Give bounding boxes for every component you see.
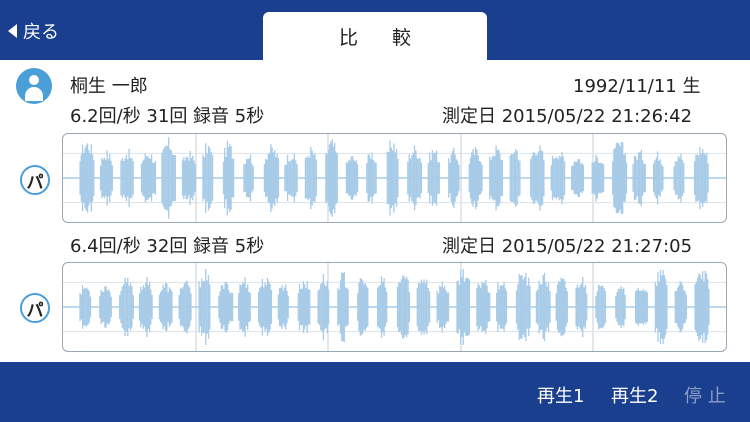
waveform-burst	[376, 276, 388, 338]
compare-screen: 戻る 比 較 桐生 一郎 1992/11/11 生 6.2回/秒 31回 録音 …	[0, 0, 750, 422]
waveform-burst	[427, 150, 440, 206]
waveform-burst	[654, 269, 668, 345]
pa-sound-icon-2: パ	[20, 293, 50, 323]
pa-sound-label-1: パ	[26, 172, 44, 193]
waveform-burst	[218, 281, 234, 333]
waveform-burst	[238, 277, 251, 337]
waveform-burst	[634, 288, 648, 326]
waveform-burst	[79, 285, 92, 329]
stop-button[interactable]: 停 止	[684, 382, 726, 408]
waveform-burst	[257, 277, 273, 337]
waveform-burst	[615, 286, 626, 328]
waveform-burst	[386, 140, 399, 216]
waveform-burst	[476, 280, 491, 334]
waveform-burst	[138, 276, 153, 338]
pa-sound-label-2: パ	[26, 300, 44, 321]
waveform-burst	[366, 152, 377, 204]
user-birth-date: 1992/11/11 生	[573, 76, 701, 97]
tab-compare-label: 比 較	[338, 26, 426, 49]
waveform-burst	[575, 276, 588, 338]
waveform-burst	[99, 286, 112, 328]
back-button[interactable]: 戻る	[8, 18, 59, 44]
waveform-1-graphic	[63, 134, 726, 222]
waveform-burst	[496, 282, 508, 332]
play-2-button[interactable]: 再生2	[611, 382, 658, 408]
waveform-burst	[456, 269, 471, 345]
waveform-burst	[571, 159, 585, 197]
waveform-burst	[120, 148, 134, 208]
recording-2-date: 測定日 2015/05/22 21:27:05	[442, 236, 693, 257]
back-arrow-icon	[8, 24, 17, 38]
play-1-button[interactable]: 再生1	[537, 382, 584, 408]
waveform-burst	[181, 150, 196, 206]
waveform-2-graphic	[63, 263, 726, 351]
waveform-1	[62, 133, 727, 223]
waveform-burst	[357, 278, 369, 336]
waveform-burst	[612, 141, 628, 215]
user-icon	[16, 68, 52, 104]
recording-1-date: 測定日 2015/05/22 21:26:42	[442, 106, 693, 127]
waveform-burst	[158, 283, 173, 331]
waveform-burst	[345, 156, 359, 200]
waveform-burst	[263, 143, 280, 213]
waveform-burst	[468, 147, 483, 209]
recording-2-summary: 6.4回/秒 32回 録音 5秒	[70, 236, 265, 257]
back-button-label: 戻る	[23, 22, 59, 43]
waveform-burst	[489, 145, 504, 211]
waveform-burst	[222, 140, 235, 216]
user-name: 桐生 一郎	[70, 76, 148, 97]
waveform-burst	[243, 154, 254, 202]
top-navigation-bar: 戻る 比 較	[0, 0, 750, 60]
waveform-burst	[277, 284, 289, 330]
waveform-burst	[396, 275, 411, 339]
waveform-burst	[317, 273, 330, 341]
waveform-burst	[555, 277, 568, 337]
user-icon-head	[29, 75, 39, 85]
user-icon-body	[25, 87, 43, 101]
waveform-burst	[591, 154, 605, 202]
waveform-burst	[198, 268, 211, 346]
waveform-burst	[632, 149, 646, 207]
waveform-burst	[509, 149, 521, 207]
waveform-burst	[297, 280, 311, 334]
waveform-burst	[304, 146, 317, 210]
waveform-burst	[99, 150, 113, 206]
tab-compare[interactable]: 比 較	[263, 12, 487, 60]
waveform-burst	[416, 279, 431, 335]
waveform-burst	[448, 147, 460, 209]
waveform-burst	[673, 153, 685, 203]
waveform-burst	[436, 281, 450, 333]
waveform-2	[62, 262, 727, 352]
waveform-burst	[652, 151, 664, 205]
waveform-burst	[674, 281, 688, 333]
waveform-burst	[140, 153, 157, 203]
waveform-burst	[79, 143, 95, 213]
recording-1-summary: 6.2回/秒 31回 録音 5秒	[70, 106, 265, 127]
waveform-burst	[694, 270, 710, 344]
pa-sound-icon-1: パ	[20, 165, 50, 195]
